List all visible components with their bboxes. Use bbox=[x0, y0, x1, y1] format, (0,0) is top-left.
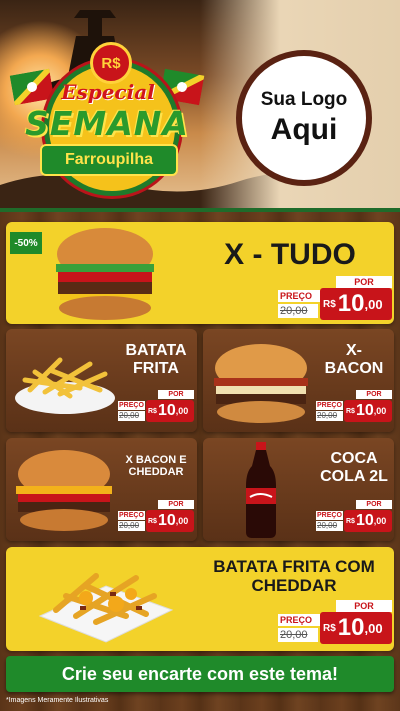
currency-coin-icon: R$ bbox=[90, 42, 132, 84]
fries-icon bbox=[15, 357, 115, 414]
bacon-burger-icon bbox=[214, 344, 308, 423]
your-logo-placeholder[interactable]: Sua Logo Aqui bbox=[236, 50, 372, 186]
cheddar-burger-icon bbox=[16, 450, 112, 531]
preco-label: PREÇO bbox=[278, 290, 320, 302]
price-tag: POR PREÇO 20,00 R$ 10 ,00 bbox=[118, 390, 194, 422]
por-label: POR bbox=[336, 276, 392, 288]
badge-semana: SEMANA bbox=[25, 104, 189, 143]
logo-line-2: Aqui bbox=[270, 113, 338, 146]
cheddar-fries-icon bbox=[38, 573, 174, 643]
new-price: R$ 10 ,00 bbox=[320, 288, 392, 320]
product-title: BATATA FRITA bbox=[125, 342, 187, 377]
discount-badge: -50% bbox=[10, 232, 42, 254]
price-tag: POR PREÇO 20,00 R$ 10 ,00 bbox=[316, 500, 392, 532]
semana-farroupilha-badge: R$ Especial SEMANA Farroupilha bbox=[9, 42, 205, 202]
header-banner: R$ Especial SEMANA Farroupilha Sua Logo … bbox=[0, 0, 400, 215]
burger-icon bbox=[56, 228, 154, 320]
badge-farroupilha: Farroupilha bbox=[40, 144, 178, 176]
price-tag: POR PREÇO 20,00 R$ 10 ,00 bbox=[316, 390, 392, 422]
cta-banner[interactable]: Crie seu encarte com este tema! bbox=[6, 656, 394, 692]
disclaimer-text: *Imagens Meramente Ilustrativas bbox=[6, 697, 109, 704]
product-title: BATATA FRITA COM CHEDDAR bbox=[213, 557, 375, 595]
price-tag: POR PREÇO 20,00 R$ 10 ,00 bbox=[118, 500, 194, 532]
product-title: COCA COLA 2L bbox=[320, 450, 388, 485]
product-title: X - TUDO bbox=[224, 238, 356, 271]
product-title: X BACON E CHEDDAR bbox=[125, 454, 187, 479]
old-price: 20,00 bbox=[278, 304, 318, 318]
logo-line-1: Sua Logo bbox=[260, 89, 348, 110]
badge-especial: Especial bbox=[61, 80, 155, 104]
price-tag: POR PREÇO 20,00 R$ 10 ,00 bbox=[278, 600, 392, 646]
price-tag: POR PREÇO 20,00 R$ 10 ,00 bbox=[278, 276, 392, 320]
product-title: X- BACON bbox=[324, 342, 384, 377]
coca-cola-bottle-icon bbox=[246, 442, 276, 538]
